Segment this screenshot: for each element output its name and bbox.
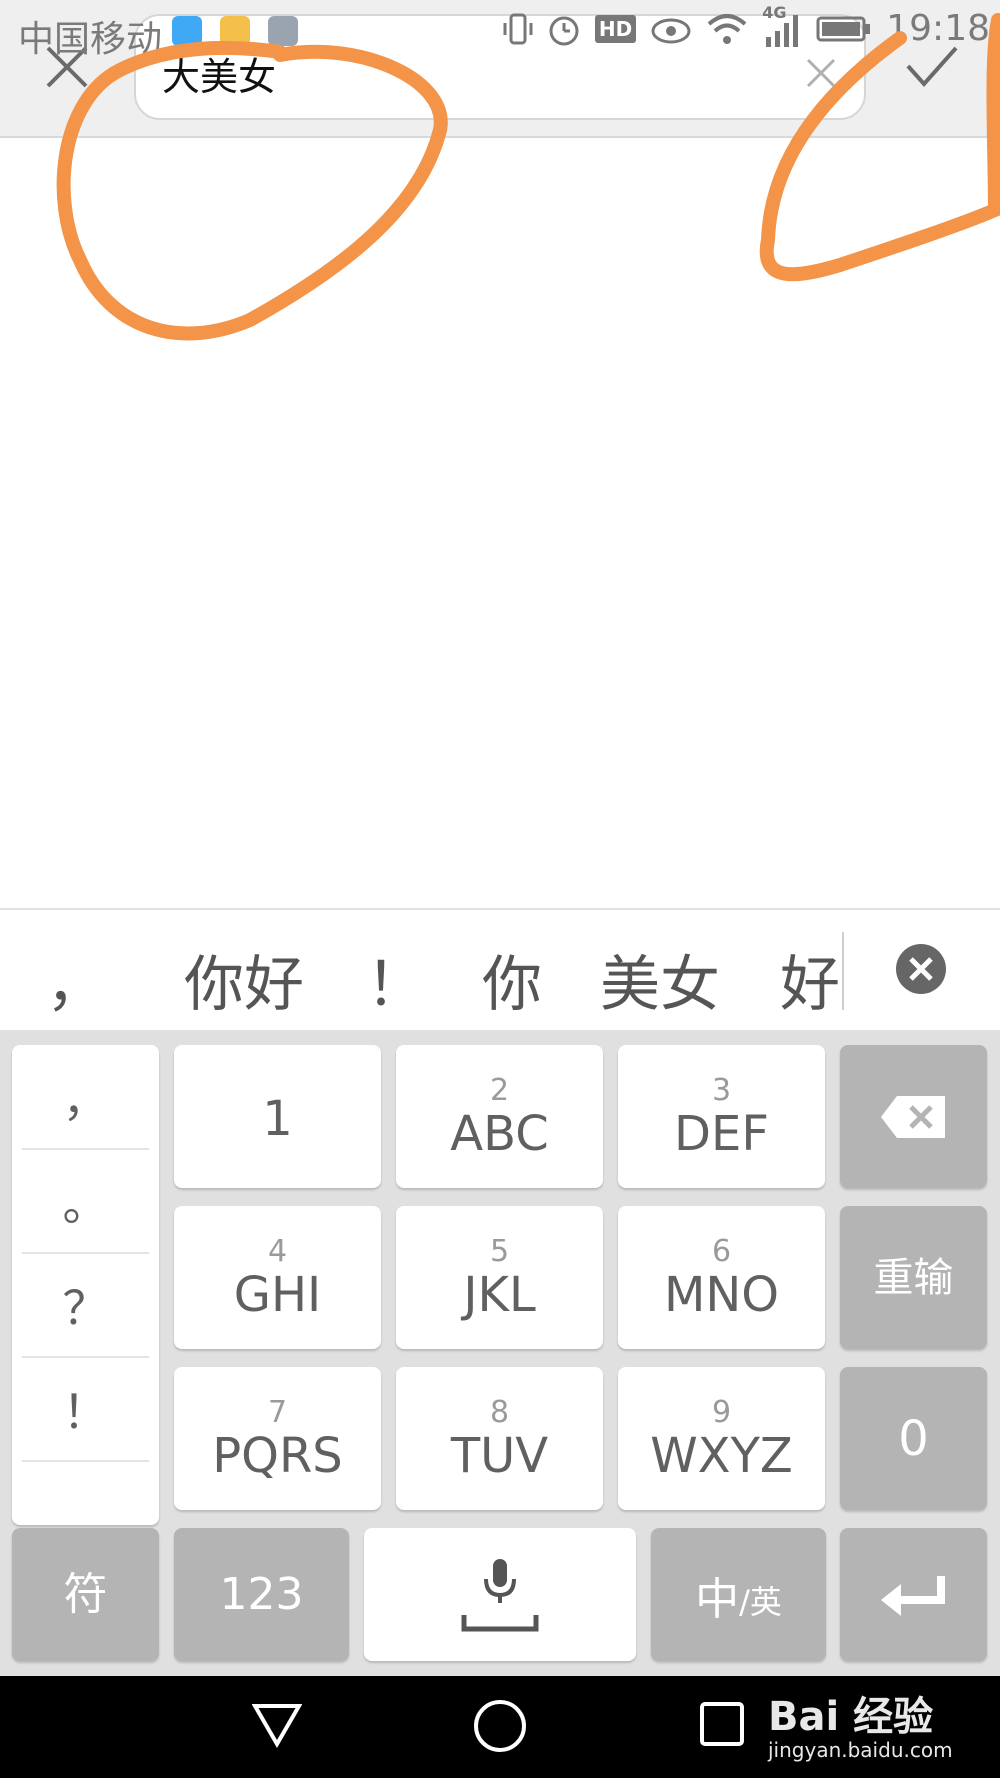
backspace-icon [880, 1095, 945, 1138]
punct-period-key[interactable]: 。 [22, 1149, 149, 1254]
eye-icon [651, 18, 691, 43]
lang-main-label: 中 [695, 1573, 740, 1625]
key-number: 6 [711, 1233, 732, 1269]
watermark-url: jingyan.baidu.com [768, 1738, 953, 1762]
image-notification-icon [268, 16, 298, 46]
signal-icon: 4G [762, 3, 802, 49]
symbols-label: 符 [63, 1568, 108, 1620]
space-voice-key[interactable] [364, 1528, 636, 1661]
key-9[interactable]: 9 WXYZ [618, 1367, 825, 1510]
key-1[interactable]: 1 [174, 1045, 381, 1188]
baidu-jingyan-watermark: Bai 经验 jingyan.baidu.com [768, 1684, 953, 1762]
key-label: GHI [233, 1266, 322, 1323]
candidate-item[interactable]: 美女 [600, 936, 720, 1023]
key-6[interactable]: 6 MNO [618, 1206, 825, 1349]
key-number: 7 [267, 1394, 288, 1430]
key-label: ABC [450, 1105, 549, 1162]
candidate-item[interactable]: ， [46, 936, 106, 1023]
status-bar: 中国移动 HD 4G 19:18 [0, 0, 1000, 62]
lang-sub-label: /英 [739, 1582, 782, 1621]
key-8[interactable]: 8 TUV [396, 1367, 603, 1510]
candidate-bar: ， 你好 ！ 你 美女 好 [0, 908, 1000, 1032]
keyboard-notification-icon [220, 16, 250, 46]
reinput-label: 重输 [873, 1254, 954, 1301]
key-label: 0 [898, 1410, 929, 1467]
punct-exclaim-key[interactable]: ！ [22, 1357, 149, 1462]
status-right-icons: HD 4G 19:18 [503, 3, 990, 49]
language-switch-button[interactable]: 中 /英 [651, 1528, 826, 1661]
notification-icons [172, 16, 298, 46]
punct-comma-key[interactable]: ， [22, 1045, 149, 1150]
key-4[interactable]: 4 GHI [174, 1206, 381, 1349]
home-circle-icon[interactable] [472, 1698, 528, 1754]
back-triangle-icon[interactable] [252, 1700, 302, 1750]
key-number: 3 [711, 1072, 732, 1108]
punctuation-list[interactable]: ， 。 ？ ！ [12, 1045, 159, 1525]
key-number: 9 [711, 1394, 732, 1430]
candidate-divider [842, 932, 844, 1010]
results-area [0, 138, 1000, 908]
candidate-item[interactable]: 你好 [184, 936, 304, 1023]
vibrate-icon [503, 13, 533, 44]
clock-time: 19:18 [886, 8, 990, 49]
key-number: 8 [489, 1394, 510, 1430]
key-2[interactable]: 2 ABC [396, 1045, 603, 1188]
key-3[interactable]: 3 DEF [618, 1045, 825, 1188]
t9-keyboard: ， 。 ？ ！ 1 2 ABC 3 DEF 4 GHI 5 JKL 6 MNO … [0, 1030, 1000, 1676]
key-label: TUV [450, 1427, 549, 1484]
candidate-item[interactable]: ！ [366, 936, 426, 1023]
enter-button[interactable] [840, 1528, 987, 1661]
punct-question-key[interactable]: ？ [22, 1253, 149, 1358]
alarm-icon [549, 16, 579, 45]
recents-square-icon[interactable] [698, 1700, 746, 1748]
backspace-button[interactable] [840, 1045, 987, 1188]
symbols-button[interactable]: 符 [12, 1528, 159, 1661]
candidate-item[interactable]: 你 [482, 936, 542, 1023]
key-number: 4 [267, 1233, 288, 1269]
wifi-icon [707, 13, 747, 44]
key-number: 2 [489, 1072, 510, 1108]
key-label: 1 [262, 1090, 293, 1147]
key-label: JKL [463, 1266, 536, 1323]
hd-icon: HD [594, 14, 637, 43]
key-5[interactable]: 5 JKL [396, 1206, 603, 1349]
key-label: PQRS [212, 1427, 343, 1484]
zero-key[interactable]: 0 [840, 1367, 987, 1510]
key-number: 5 [489, 1233, 510, 1269]
reinput-button[interactable]: 重输 [840, 1206, 987, 1349]
collapse-candidates-icon[interactable] [896, 944, 946, 994]
enter-icon [880, 1575, 945, 1616]
numbers-button[interactable]: 123 [174, 1528, 349, 1661]
watermark-logo: Bai 经验 [768, 1694, 934, 1740]
key-label: MNO [663, 1266, 780, 1323]
key-label: WXYZ [650, 1427, 793, 1484]
microphone-space-icon [461, 1558, 539, 1631]
app-notification-icon [172, 16, 202, 46]
battery-icon [816, 16, 871, 41]
carrier-label: 中国移动 [18, 19, 163, 60]
key-7[interactable]: 7 PQRS [174, 1367, 381, 1510]
key-label: DEF [674, 1105, 769, 1162]
candidate-item[interactable]: 好 [780, 936, 840, 1023]
numbers-label: 123 [219, 1568, 304, 1620]
